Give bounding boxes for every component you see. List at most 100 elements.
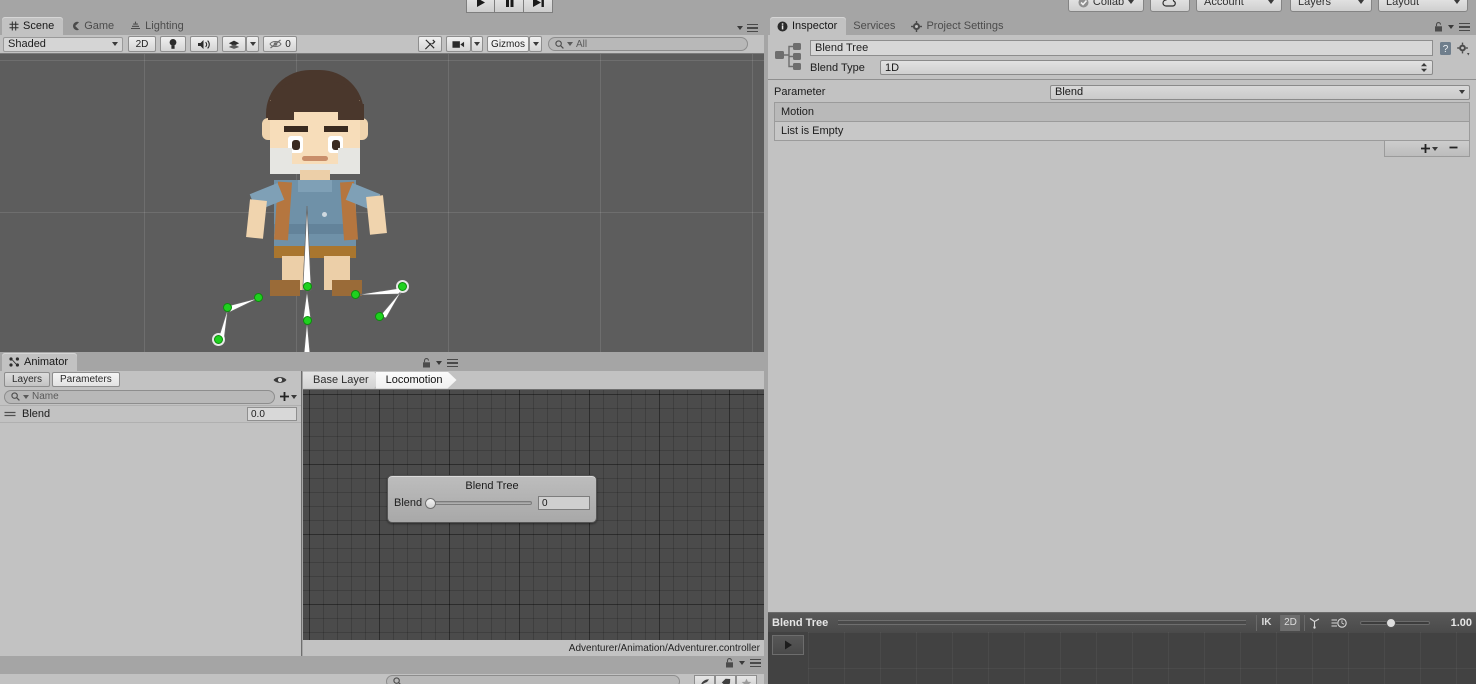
gizmos-button[interactable]: Gizmos xyxy=(487,36,529,52)
joint-spine-1[interactable] xyxy=(303,282,312,291)
help-icon[interactable]: ? xyxy=(1439,41,1452,56)
joint-arm-l-upper[interactable] xyxy=(254,293,263,302)
inspector-panel-menu-icon[interactable] xyxy=(1459,22,1470,32)
motion-empty-label: List is Empty xyxy=(781,125,844,137)
scene-search-input[interactable]: All xyxy=(548,37,748,51)
project-search-input[interactable] xyxy=(386,675,680,684)
tab-animator[interactable]: Animator xyxy=(2,353,78,371)
add-parameter-button[interactable] xyxy=(279,391,297,402)
tab-parameters[interactable]: Parameters xyxy=(52,372,120,387)
lock-icon[interactable] xyxy=(1434,22,1443,32)
scene-tools-button[interactable] xyxy=(418,36,442,52)
drag-handle-icon[interactable] xyxy=(4,410,16,418)
tab-services[interactable]: Services xyxy=(846,17,904,35)
blend-slider-value-field[interactable]: 0 xyxy=(538,496,590,510)
cloud-button[interactable] xyxy=(1150,0,1190,12)
blend-tree-node[interactable]: Blend Tree Blend 0 xyxy=(387,475,597,523)
preview-speed-knob[interactable] xyxy=(1385,617,1396,628)
draw-mode-dropdown[interactable]: Shaded xyxy=(3,36,123,52)
animator-side-tabs: Layers Parameters xyxy=(0,371,301,388)
preview-play-button[interactable] xyxy=(772,635,804,655)
scene-lighting-toggle[interactable] xyxy=(160,36,186,52)
remove-motion-button[interactable] xyxy=(1448,142,1459,156)
label-filter-icon[interactable] xyxy=(715,675,736,684)
panel-menu-caret-icon[interactable] xyxy=(737,25,743,30)
preview-toolbar: Blend Tree IK 2D 1.00 xyxy=(768,612,1476,632)
preview-2d-label: 2D xyxy=(1284,617,1297,628)
lock-icon[interactable] xyxy=(422,358,431,368)
play-icon xyxy=(477,0,485,7)
scene-panel-menu-icon[interactable] xyxy=(747,23,758,32)
blend-type-dropdown[interactable]: 1D xyxy=(880,60,1433,75)
blend-tree-node-slider-row: Blend 0 xyxy=(388,492,596,510)
account-button[interactable]: Account xyxy=(1196,0,1282,12)
scene-hidden-count: 0 xyxy=(285,38,291,50)
star-filter-icon[interactable] xyxy=(736,675,757,684)
blend-type-value: 1D xyxy=(885,61,900,74)
chevron-down-icon xyxy=(1358,0,1364,4)
scene-hidden-toggle[interactable]: 0 xyxy=(263,36,297,52)
scene-fx-toggle[interactable] xyxy=(222,36,246,52)
preview-speed-slider[interactable] xyxy=(1360,617,1430,628)
parameter-search-placeholder: Name xyxy=(32,391,59,402)
panel-menu-caret-icon[interactable] xyxy=(739,661,745,665)
layout-button[interactable]: Layout xyxy=(1378,0,1468,12)
joint-hand-l[interactable] xyxy=(214,335,223,344)
pause-button[interactable] xyxy=(495,0,524,13)
joint-hand-r[interactable] xyxy=(375,312,384,321)
scene-camera-dropdown[interactable] xyxy=(471,36,483,52)
scene-viewport[interactable] xyxy=(0,54,764,352)
chevron-down-icon xyxy=(1268,0,1274,4)
add-motion-button[interactable] xyxy=(1420,143,1438,154)
preview-area[interactable] xyxy=(768,632,1476,684)
graph-grid[interactable]: Blend Tree Blend 0 xyxy=(303,390,764,642)
panel-menu-caret-icon[interactable] xyxy=(436,361,442,365)
preview-ik-toggle[interactable]: IK xyxy=(1256,614,1276,631)
motion-list-footer xyxy=(1384,141,1470,157)
scene-2d-toggle[interactable]: 2D xyxy=(128,36,156,52)
parameter-value-field[interactable]: 0.0 xyxy=(247,407,297,421)
tab-scene[interactable]: Scene xyxy=(2,17,64,35)
blend-slider-knob[interactable] xyxy=(425,498,437,509)
preview-2d-toggle[interactable]: 2D xyxy=(1280,614,1300,631)
joint-arm-r-upper[interactable] xyxy=(351,290,360,299)
scene-camera-button[interactable] xyxy=(446,36,471,52)
parameter-search-input[interactable]: Name xyxy=(4,389,275,404)
parameter-dropdown[interactable]: Blend xyxy=(1050,84,1470,100)
blend-slider[interactable] xyxy=(425,498,532,509)
parameter-row-blend[interactable]: Blend 0.0 xyxy=(0,405,301,423)
scene-fx-dropdown[interactable] xyxy=(246,36,259,52)
tab-game[interactable]: Game xyxy=(63,17,123,35)
eye-icon[interactable] xyxy=(273,375,287,385)
joint-arm-l-lower[interactable] xyxy=(223,303,232,312)
tab-lighting[interactable]: Lighting xyxy=(123,17,193,35)
joint-spine-2[interactable] xyxy=(303,316,312,325)
layers-button[interactable]: Layers xyxy=(1290,0,1372,12)
preset-gear-icon[interactable] xyxy=(1456,41,1470,56)
tab-project-settings[interactable]: Project Settings xyxy=(904,17,1012,35)
asset-name-field[interactable]: Blend Tree xyxy=(810,40,1433,56)
breadcrumb-locomotion[interactable]: Locomotion xyxy=(376,372,457,389)
playback-controls[interactable] xyxy=(466,0,553,13)
chevron-down-icon xyxy=(291,394,297,399)
play-button[interactable] xyxy=(466,0,495,13)
panel-menu-caret-icon[interactable] xyxy=(1448,25,1454,29)
favorite-filter-icon[interactable] xyxy=(694,675,715,684)
step-button[interactable] xyxy=(524,0,553,13)
project-panel-menu-icon[interactable] xyxy=(750,658,761,668)
animator-graph[interactable]: Base Layer Locomotion Blend Tree Blend 0… xyxy=(303,371,764,656)
collab-button[interactable]: Collab xyxy=(1068,0,1144,12)
scene-audio-toggle[interactable] xyxy=(190,36,218,52)
tab-layers[interactable]: Layers xyxy=(4,372,51,387)
breadcrumb-base-layer[interactable]: Base Layer xyxy=(303,372,383,389)
search-icon xyxy=(555,39,564,49)
gizmos-dropdown[interactable] xyxy=(529,36,542,52)
step-icon xyxy=(532,0,544,7)
preview-pivot-toggle[interactable] xyxy=(1304,614,1324,631)
joint-arm-r-lower[interactable] xyxy=(398,282,407,291)
search-icon xyxy=(11,392,20,401)
lock-icon[interactable] xyxy=(725,658,734,668)
animator-panel-menu-icon[interactable] xyxy=(447,358,458,368)
breadcrumb: Base Layer Locomotion xyxy=(303,371,764,390)
tab-inspector[interactable]: Inspector xyxy=(770,17,847,35)
